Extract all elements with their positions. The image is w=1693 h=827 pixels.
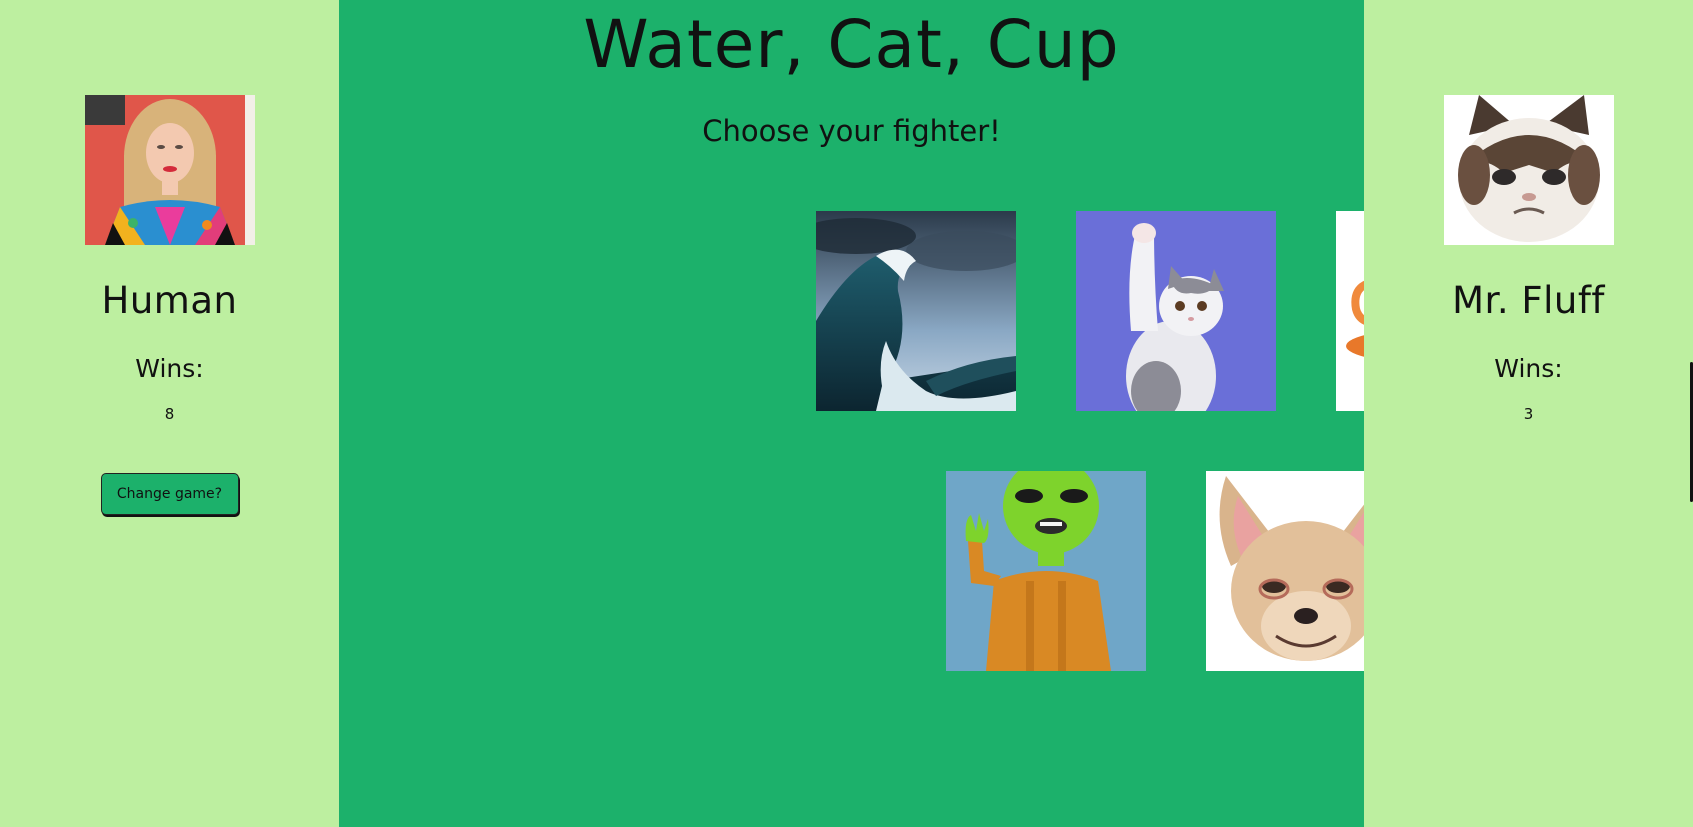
opponent-wins-count: 3 (1523, 405, 1534, 423)
opponent-avatar (1443, 95, 1614, 245)
player-avatar (84, 95, 255, 245)
alien-icon (946, 471, 1146, 671)
player-wins-label: Wins: (135, 354, 204, 383)
grumpy-cat-image (1443, 95, 1614, 245)
player-panel: Human Wins: 8 Change game? (0, 0, 339, 827)
change-game-button[interactable]: Change game? (100, 473, 239, 515)
woman-portrait-image (84, 95, 255, 245)
opponent-panel: Mr. Fluff Wins: 3 (1364, 0, 1693, 827)
fighter-alien[interactable] (946, 471, 1146, 671)
game-subtitle: Choose your fighter! (702, 114, 1001, 148)
fighter-cat[interactable] (1076, 211, 1276, 411)
opponent-wins-label: Wins: (1494, 354, 1563, 383)
cat-icon (1076, 211, 1276, 411)
game-board: Water, Cat, Cup Choose your fighter! (339, 0, 1536, 827)
player-name: Human (101, 279, 238, 322)
game-layout: Human Wins: 8 Change game? Water, Cat, C… (0, 0, 1693, 827)
fighter-water[interactable] (816, 211, 1016, 411)
player-wins-count: 8 (164, 405, 175, 423)
game-title: Water, Cat, Cup (583, 6, 1120, 83)
wave-icon (816, 211, 1016, 411)
opponent-name: Mr. Fluff (1452, 279, 1605, 322)
